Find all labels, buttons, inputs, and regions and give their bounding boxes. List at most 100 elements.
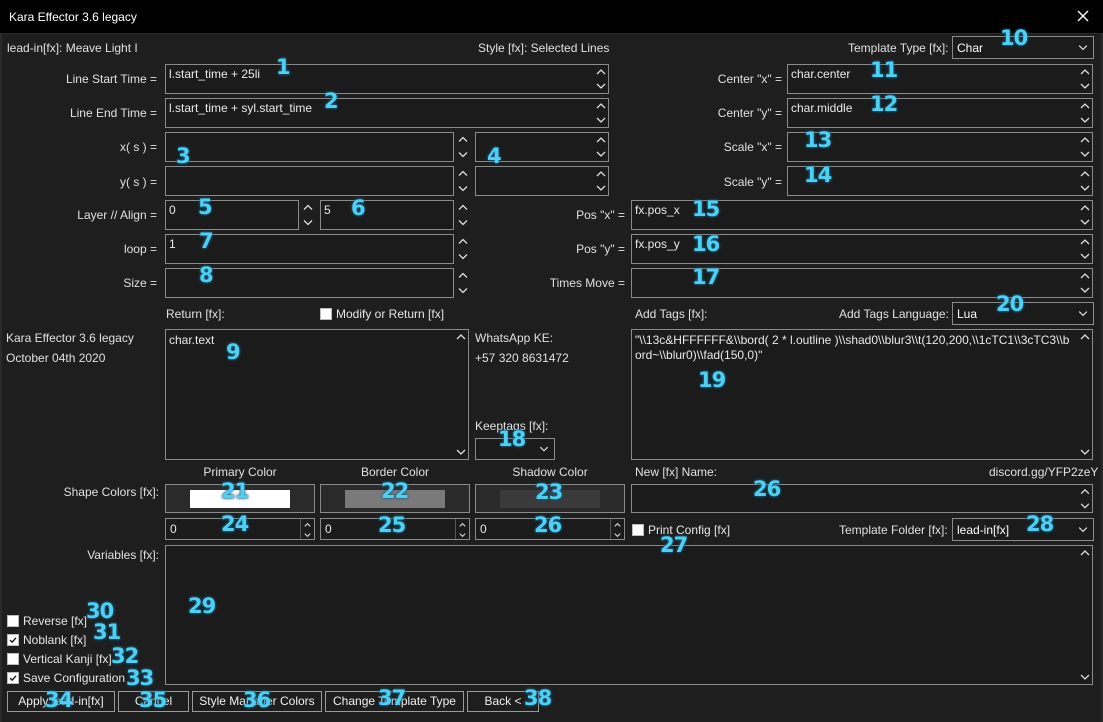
center-x-scroll[interactable] [1078,65,1092,93]
checkbox-box [320,308,332,320]
callout-18: 18 [498,427,526,451]
border-alpha-stepper[interactable] [455,519,469,539]
pos-y-scroll[interactable] [1078,235,1092,263]
noblank-checkbox[interactable]: Noblank [fx] [7,633,86,647]
chevron-up-icon [303,204,313,210]
border-alpha-value: 0 [325,522,332,536]
checkbox-box [7,653,19,665]
reverse-checkbox[interactable]: Reverse [fx] [7,614,87,628]
size-scroll[interactable] [456,268,470,298]
modify-return-checkbox[interactable]: Modify or Return [fx] [320,307,444,321]
chevron-down-icon [1080,219,1090,225]
xs-field[interactable] [165,132,454,162]
add-tags-language-label: Add Tags Language: [839,307,949,321]
pos-x-scroll[interactable] [1078,201,1092,229]
ys-scroll[interactable] [456,166,470,196]
chevron-down-icon [456,449,466,455]
chevron-up-icon [1080,239,1090,245]
callout-1: 1 [276,55,291,79]
callout-17: 17 [692,265,720,289]
shadow-color-label: Shadow Color [512,465,588,479]
shadow-alpha-stepper[interactable] [610,519,624,539]
chevron-down-icon [1076,303,1090,324]
chevron-down-icon [459,533,466,538]
callout-20: 20 [996,292,1024,316]
scale-y-field[interactable] [787,166,1093,196]
save-config-checkbox[interactable]: Save Configuration [7,671,125,685]
add-tags-textarea[interactable]: "\\13c&HFFFFFF&\\bord( 2 * l.outline )\\… [631,329,1093,460]
align-scroll[interactable] [456,200,470,230]
center-x-field[interactable]: char.center [787,64,1093,94]
close-icon [1077,10,1089,22]
add-tags-scrollbar[interactable] [1078,330,1092,459]
template-folder-select[interactable]: lead-in[fx] [952,518,1094,541]
callout-15: 15 [692,197,720,221]
line-end-field[interactable]: l.start_time + syl.start_time [165,98,609,128]
chevron-up-icon [596,137,606,143]
center-y-field[interactable]: char.middle [787,98,1093,128]
primary-color-label: Primary Color [203,465,277,479]
field-4b-scroll[interactable] [594,167,608,195]
return-textarea[interactable]: char.text [165,329,469,460]
save-config-label: Save Configuration [23,671,126,685]
chevron-up-icon [1080,137,1090,143]
checkbox-box [7,672,19,684]
align-field[interactable]: 5 [320,200,454,230]
new-name-label: New [fx] Name: [635,465,718,479]
chevron-up-icon [458,204,468,210]
scale-x-field[interactable] [787,132,1093,162]
close-button[interactable] [1071,5,1095,27]
xs-scroll[interactable] [456,132,470,162]
field-4b[interactable] [475,166,609,196]
primary-alpha-stepper[interactable] [300,519,314,539]
chevron-down-icon [303,220,313,226]
line-end-label: Line End Time = [69,106,157,120]
scale-y-scroll[interactable] [1078,167,1092,195]
line-start-value: l.start_time + 25li [169,67,261,81]
line-end-scroll[interactable] [594,99,608,127]
callout-26a: 26 [534,513,562,537]
callout-36: 36 [243,688,271,712]
layer-scroll[interactable] [301,200,315,230]
chevron-up-icon [596,171,606,177]
discord-link[interactable]: discord.gg/YFP2zeY [989,465,1098,479]
chevron-down-icon [614,533,621,538]
variables-scrollbar[interactable] [1078,546,1092,684]
callout-9: 9 [226,340,241,364]
modify-return-label: Modify or Return [fx] [336,307,445,321]
line-start-field[interactable]: l.start_time + 25li [165,64,609,94]
layer-field[interactable]: 0 [165,200,299,230]
variables-textarea[interactable] [165,545,1093,685]
chevron-up-icon [596,103,606,109]
chevron-down-icon [458,288,468,294]
shadow-alpha-value: 0 [480,522,487,536]
chevron-up-icon [458,238,468,244]
callout-14: 14 [804,163,832,187]
line-start-scroll[interactable] [594,65,608,93]
template-type-value: Char [957,41,984,55]
callout-5: 5 [198,195,213,219]
new-name-scroll[interactable] [1078,485,1092,512]
callout-29: 29 [188,594,216,618]
callout-25: 25 [378,513,406,537]
lead-in-label: lead-in[fx]: Meave Light I [7,41,138,55]
template-folder-label: Template Folder [fx]: [839,523,948,537]
scale-x-scroll[interactable] [1078,133,1092,161]
times-move-scroll[interactable] [1078,269,1092,297]
template-type-label: Template Type [fx]: [848,41,949,55]
vertical-kanji-checkbox[interactable]: Vertical Kanji [fx] [7,652,112,666]
new-name-field[interactable] [631,484,1093,513]
chevron-down-icon [1080,502,1090,509]
ys-field[interactable] [165,166,454,196]
field-4-scroll[interactable] [594,133,608,161]
return-scrollbar[interactable] [454,330,468,459]
callout-23: 23 [535,480,563,504]
pos-x-label: Pos "x" = [576,208,625,222]
callout-16: 16 [692,232,720,256]
loop-scroll[interactable] [456,234,470,264]
shape-colors-label: Shape Colors [fx]: [63,485,159,499]
callout-19: 19 [698,368,726,392]
chevron-down-icon [458,220,468,226]
center-y-scroll[interactable] [1078,99,1092,127]
callout-21: 21 [221,479,249,503]
